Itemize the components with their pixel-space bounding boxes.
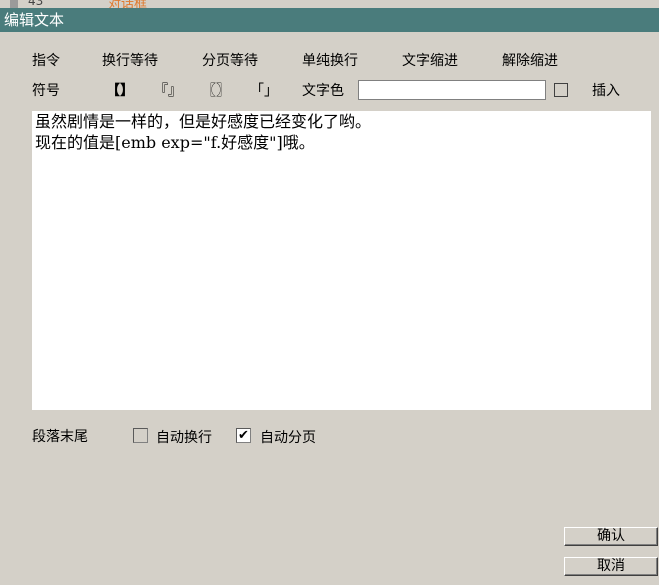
check-mark-icon: ✔ <box>238 428 249 443</box>
auto-page-label[interactable]: 自动分页 <box>260 429 316 447</box>
background-row-number: 43 <box>28 0 44 8</box>
text-color-label: 文字色 <box>302 83 344 99</box>
editor-line: 现在的值是[emb exp="f.好感度"]哦。 <box>35 133 315 152</box>
command-button-newline[interactable]: 单纯换行 <box>302 52 358 70</box>
color-swatch-checkbox[interactable] <box>554 83 568 97</box>
symbol-button-corner[interactable]: 「」 <box>250 82 278 100</box>
ok-button[interactable]: 确认 <box>564 527 658 546</box>
editor-line: 虽然剧情是一样的，但是好感度已经变化了哟。 <box>35 112 372 131</box>
symbol-button-black-lenticular[interactable]: 【】 <box>106 82 134 100</box>
command-button-page-wait[interactable]: 分页等待 <box>202 52 258 70</box>
dialog-titlebar[interactable]: 编辑文本 <box>0 8 659 32</box>
insert-button[interactable]: 插入 <box>592 82 620 100</box>
command-button-unindent[interactable]: 解除缩进 <box>502 52 558 70</box>
paragraph-end-label: 段落末尾 <box>32 429 88 445</box>
command-button-indent[interactable]: 文字缩进 <box>402 52 458 70</box>
auto-page-checkbox[interactable]: ✔ <box>236 428 251 443</box>
auto-newline-checkbox[interactable] <box>133 428 148 443</box>
symbol-button-white-lenticular[interactable]: 〖〗 <box>202 82 230 100</box>
text-editor[interactable]: 虽然剧情是一样的，但是好感度已经变化了哟。 现在的值是[emb exp="f.好… <box>32 111 651 410</box>
command-button-line-wait[interactable]: 换行等待 <box>102 52 158 70</box>
background-window-strip: 43 对话框 <box>0 0 659 8</box>
auto-newline-label[interactable]: 自动换行 <box>156 429 212 447</box>
symbol-button-white-corner[interactable]: 『』 <box>154 82 182 100</box>
text-color-input[interactable] <box>358 80 546 100</box>
background-row-text: 对话框 <box>108 0 148 8</box>
symbols-label: 符号 <box>32 83 60 99</box>
command-button-directive[interactable]: 指令 <box>32 52 60 70</box>
row-cell <box>10 0 18 8</box>
cancel-button[interactable]: 取消 <box>564 557 658 576</box>
